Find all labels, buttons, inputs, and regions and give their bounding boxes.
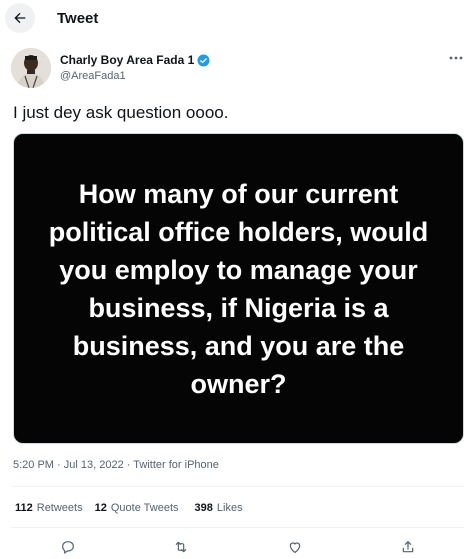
retweets-label: Retweets	[36, 502, 83, 514]
reply-icon	[62, 541, 74, 554]
more-options-button[interactable]	[445, 48, 467, 68]
tweet-date[interactable]: Jul 13, 2022	[64, 459, 124, 471]
media-caption-text: How many of our current political office…	[48, 178, 429, 399]
tweet-source[interactable]: Twitter for iPhone	[133, 459, 219, 471]
divider	[11, 527, 464, 528]
retweet-button[interactable]	[171, 537, 191, 557]
more-icon	[449, 56, 463, 60]
like-button[interactable]	[285, 537, 305, 557]
header: Tweet	[0, 0, 471, 40]
like-icon	[289, 542, 301, 553]
back-button[interactable]	[5, 3, 35, 33]
meta-separator: ·	[57, 459, 64, 471]
page-title: Tweet	[57, 10, 99, 27]
quote-tweets-label: Quote Tweets	[110, 502, 179, 514]
retweet-icon	[175, 541, 187, 553]
divider	[11, 486, 464, 487]
tweet-time[interactable]: 5:20 PM	[13, 459, 54, 471]
tweet-actions	[0, 537, 471, 559]
quote-tweets-count: 12	[94, 502, 107, 514]
tweet-meta: 5:20 PM · Jul 13, 2022 · Twitter for iPh…	[13, 459, 219, 471]
tweet-stats: 112 Retweets 12 Quote Tweets 398 Likes	[15, 502, 243, 514]
display-name-text: Charly Boy Area Fada 1	[60, 53, 195, 67]
likes-stat[interactable]: 398 Likes	[195, 502, 243, 514]
likes-label: Likes	[216, 502, 243, 514]
tweet-text: I just dey ask question oooo.	[13, 103, 229, 122]
display-name[interactable]: Charly Boy Area Fada 1	[60, 53, 210, 67]
quote-tweets-stat[interactable]: 12 Quote Tweets	[95, 502, 179, 514]
arrow-left-icon	[14, 12, 26, 24]
share-button[interactable]	[398, 537, 418, 557]
retweets-stat[interactable]: 112 Retweets	[15, 502, 83, 514]
verified-badge-icon	[197, 54, 210, 66]
reply-button[interactable]	[58, 537, 78, 557]
tweet-media-image[interactable]: How many of our current political office…	[13, 133, 464, 444]
user-handle[interactable]: @AreaFada1	[60, 70, 126, 82]
tweet-author: Charly Boy Area Fada 1 @AreaFada1	[0, 44, 471, 94]
retweets-count: 112	[15, 502, 33, 514]
likes-count: 398	[194, 502, 213, 514]
share-icon	[402, 541, 414, 553]
avatar[interactable]	[11, 48, 51, 88]
